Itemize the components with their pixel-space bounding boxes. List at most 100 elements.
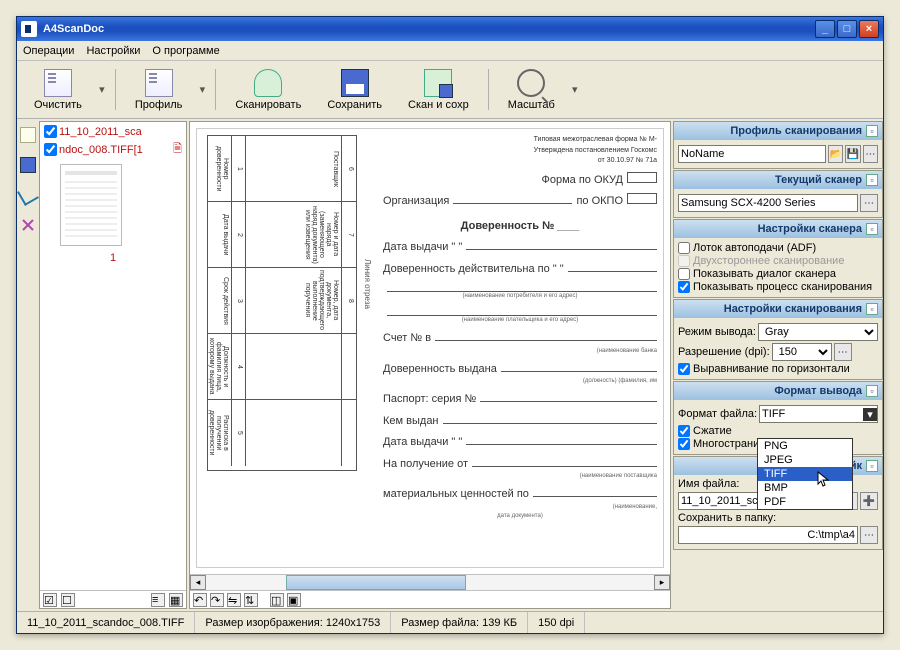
folder-browse-icon[interactable]: ⋯: [860, 526, 878, 544]
file-checkbox[interactable]: [44, 125, 57, 138]
section-title: Профиль сканирования: [678, 125, 862, 137]
process-checkbox[interactable]: [678, 281, 690, 293]
scroll-left-icon[interactable]: ◂: [190, 575, 206, 590]
page-thumbnail[interactable]: [60, 164, 122, 246]
scanner-more-icon[interactable]: ⋯: [860, 194, 878, 212]
doc-form: Типовая межотраслевая форма № М- Утвержд…: [383, 135, 657, 521]
section-title: Настройки сканирования: [678, 303, 862, 315]
scanner-name-input[interactable]: [678, 194, 858, 212]
side-toolstrip: [17, 121, 39, 609]
save-button[interactable]: Сохранить: [316, 63, 393, 116]
collapse-icon[interactable]: ▫: [866, 460, 878, 472]
maximize-button[interactable]: □: [837, 20, 857, 38]
profile-name-input[interactable]: [678, 145, 826, 163]
view-thumb-icon[interactable]: ▦: [169, 593, 183, 607]
profile-icon: [145, 69, 173, 97]
uncheck-all-icon[interactable]: ☐: [61, 593, 75, 607]
format-option[interactable]: TIFF: [758, 467, 852, 481]
dpi-select[interactable]: 150: [772, 343, 832, 361]
app-icon: [21, 21, 37, 37]
section-title: Настройки сканера: [678, 223, 862, 235]
profile-more-icon[interactable]: ⋯: [863, 145, 878, 163]
profile-open-icon[interactable]: 📂: [828, 145, 843, 163]
document-preview: Номер доверенности1Поставщик6 Дата выдач…: [196, 128, 664, 568]
status-image-size: Размер изорбражения: 1240x1753: [195, 612, 391, 633]
file-panel: 11_10_2011_sca ndoc_008.TIFF[1 🗎 1 ☑ ☐ ≡…: [39, 121, 187, 609]
section-title: Текущий сканер: [678, 174, 862, 186]
format-option[interactable]: BMP: [758, 481, 852, 495]
format-option[interactable]: JPEG: [758, 453, 852, 467]
check-all-icon[interactable]: ☑: [43, 593, 57, 607]
dialog-checkbox[interactable]: [678, 268, 690, 280]
preview-area[interactable]: Номер доверенности1Поставщик6 Дата выдач…: [190, 122, 670, 574]
flip-h-icon[interactable]: ⇋: [227, 593, 241, 607]
file-format-select[interactable]: TIFF ▾: [759, 405, 878, 423]
filename-add-icon[interactable]: ➕: [860, 492, 878, 510]
profile-button[interactable]: Профиль: [124, 63, 194, 116]
adf-checkbox[interactable]: [678, 242, 690, 254]
tool-delete-icon[interactable]: [20, 217, 36, 233]
collapse-icon[interactable]: ▫: [866, 385, 878, 397]
scanner-icon: [254, 69, 282, 97]
scan-save-button[interactable]: Скан и сохр: [397, 63, 480, 116]
scan-save-icon: [424, 69, 452, 97]
compress-checkbox[interactable]: [678, 425, 690, 437]
menu-settings[interactable]: Настройки: [86, 45, 140, 57]
section-scanner: Текущий сканер ▫ ⋯: [673, 170, 883, 218]
menu-about[interactable]: О программе: [152, 45, 219, 57]
pdf-icon: 🗎: [173, 140, 182, 159]
menu-operations[interactable]: Операции: [23, 45, 74, 57]
tool-edit-icon[interactable]: [17, 184, 39, 206]
dpi-more-icon[interactable]: ⋯: [834, 343, 852, 361]
tool-save-icon[interactable]: [20, 157, 36, 173]
file-row[interactable]: ndoc_008.TIFF[1 🗎: [42, 139, 184, 160]
align-checkbox[interactable]: [678, 363, 690, 375]
preview-scrollbar[interactable]: ◂ ▸: [190, 574, 670, 590]
status-bar: 11_10_2011_scandoc_008.TIFF Размер изорб…: [17, 611, 883, 633]
profile-dropdown[interactable]: ▾: [197, 63, 207, 116]
zoom-dropdown[interactable]: ▾: [570, 63, 580, 116]
multipage-checkbox[interactable]: [678, 438, 690, 450]
section-scan-settings: Настройки сканирования▫ Режим вывода: Gr…: [673, 299, 883, 380]
minimize-button[interactable]: _: [815, 20, 835, 38]
collapse-icon[interactable]: ▫: [866, 303, 878, 315]
tool-open-icon[interactable]: [20, 127, 36, 143]
settings-panel: Профиль сканирования ▫ 📂 💾 ⋯ Текущий скан…: [673, 121, 883, 609]
file-checkbox[interactable]: [44, 143, 57, 156]
scan-button[interactable]: Сканировать: [224, 63, 312, 116]
save-icon: [341, 69, 369, 97]
collapse-icon[interactable]: ▫: [866, 223, 878, 235]
fit-icon[interactable]: ▣: [287, 593, 301, 607]
rotate-right-icon[interactable]: ↷: [210, 593, 224, 607]
view-list-icon[interactable]: ≡: [151, 593, 165, 607]
window-title: A4ScanDoc: [43, 23, 104, 35]
format-option[interactable]: PNG: [758, 439, 852, 453]
filename-label: Имя файла:: [678, 478, 739, 490]
zoom-button[interactable]: Масштаб: [497, 63, 566, 116]
duplex-checkbox: [678, 255, 690, 267]
page-icon: [44, 69, 72, 97]
format-option[interactable]: PDF: [758, 495, 852, 509]
clear-button[interactable]: Очистить: [23, 63, 93, 116]
scroll-thumb[interactable]: [286, 575, 466, 590]
close-button[interactable]: ×: [859, 20, 879, 38]
color-mode-select[interactable]: Gray: [758, 323, 878, 341]
file-name: ndoc_008.TIFF[1: [59, 144, 143, 156]
clear-dropdown[interactable]: ▾: [97, 63, 107, 116]
status-dpi: 150 dpi: [528, 612, 585, 633]
rotate-left-icon[interactable]: ↶: [193, 593, 207, 607]
collapse-icon[interactable]: ▫: [866, 125, 878, 137]
collapse-icon[interactable]: ▫: [866, 174, 878, 186]
flip-v-icon[interactable]: ⇅: [244, 593, 258, 607]
profile-save-icon[interactable]: 💾: [845, 145, 860, 163]
crop-icon[interactable]: ◫: [270, 593, 284, 607]
file-format-dropdown[interactable]: PNG JPEG TIFF BMP PDF: [757, 438, 853, 510]
folder-input[interactable]: [678, 526, 858, 544]
file-list[interactable]: 11_10_2011_sca ndoc_008.TIFF[1 🗎 1: [40, 122, 186, 590]
scroll-right-icon[interactable]: ▸: [654, 575, 670, 590]
file-toolbar: ☑ ☐ ≡ ▦: [40, 590, 186, 608]
file-row[interactable]: 11_10_2011_sca: [42, 124, 184, 139]
file-name: 11_10_2011_sca: [59, 126, 142, 138]
doc-stub-table: Номер доверенности1Поставщик6 Дата выдач…: [207, 135, 357, 471]
titlebar[interactable]: A4ScanDoc _ □ ×: [17, 17, 883, 41]
